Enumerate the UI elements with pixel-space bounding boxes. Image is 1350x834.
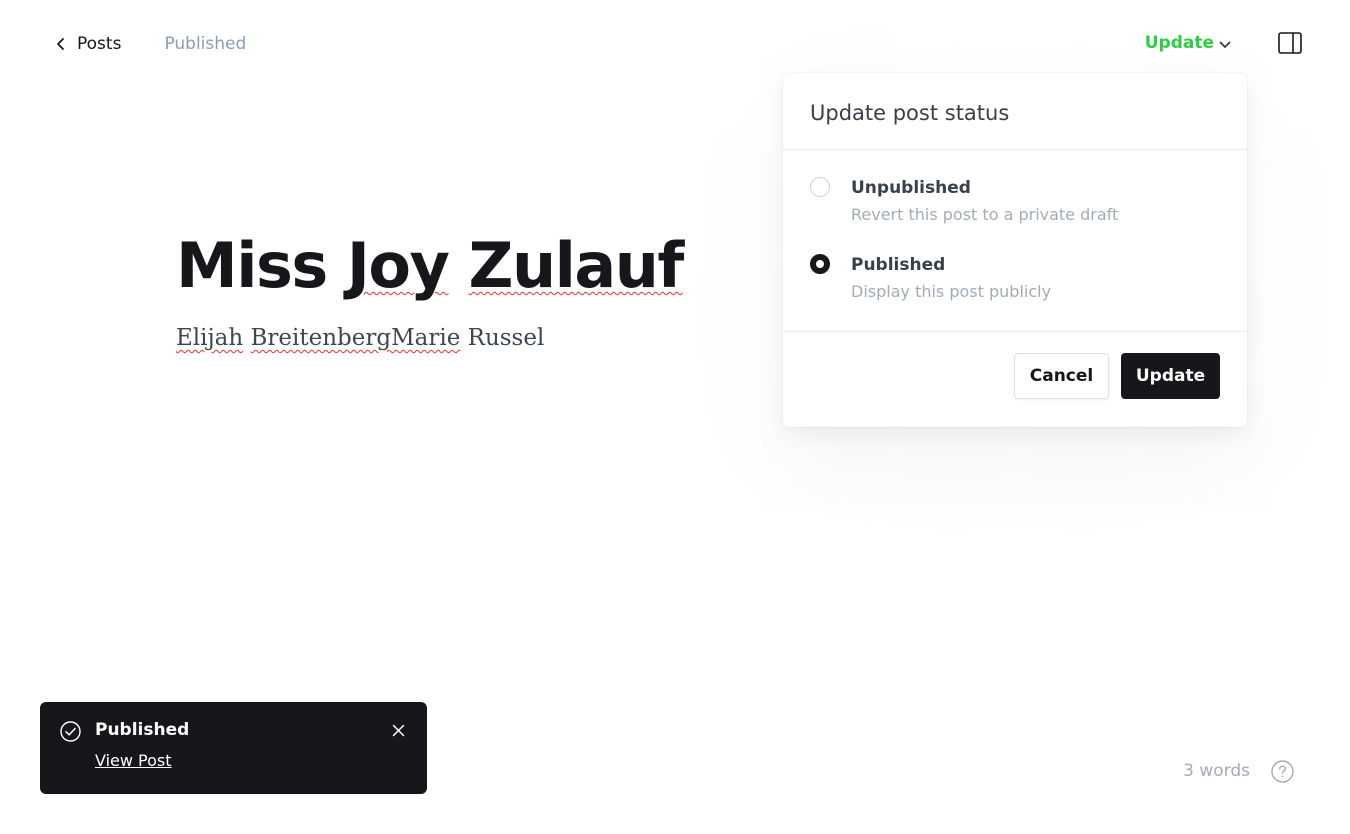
- close-icon[interactable]: [392, 724, 405, 737]
- post-body[interactable]: Elijah BreitenbergMarie Russel: [176, 322, 756, 354]
- check-circle-icon: [60, 721, 81, 742]
- divider: [783, 331, 1247, 332]
- title-word: Zulauf: [468, 229, 685, 302]
- body-word: Russel: [467, 325, 545, 351]
- update-trigger-label: Update: [1144, 33, 1214, 53]
- chevron-left-icon: [57, 38, 64, 50]
- status-option-unpublished[interactable]: Unpublished Revert this post to a privat…: [810, 177, 1118, 226]
- body-word: Elijah: [176, 325, 244, 351]
- help-icon[interactable]: [1271, 759, 1294, 783]
- option-label: Unpublished: [851, 178, 971, 198]
- option-text: Published Display this post publicly: [851, 254, 1051, 303]
- post-title[interactable]: Miss Joy Zulauf: [176, 226, 756, 306]
- editor: Miss Joy Zulauf Elijah BreitenbergMarie …: [176, 226, 756, 354]
- editor-footer: 3 words: [1183, 757, 1294, 785]
- divider: [783, 149, 1247, 150]
- title-space: [448, 229, 468, 302]
- radio-published[interactable]: [810, 254, 830, 274]
- post-status-label: Published: [164, 34, 247, 54]
- notification-toast: Published View Post: [40, 702, 427, 794]
- title-word: Joy: [346, 229, 450, 302]
- topbar-right: Update: [1145, 27, 1302, 59]
- option-description: Revert this post to a private draft: [851, 205, 1119, 224]
- option-label: Published: [851, 255, 946, 275]
- body-word: Marie: [391, 325, 461, 351]
- update-dropdown-trigger[interactable]: Update: [1145, 33, 1231, 53]
- sidebar-toggle-button[interactable]: [1278, 32, 1302, 54]
- back-to-posts-link[interactable]: Posts: [56, 34, 121, 54]
- view-post-link[interactable]: View Post: [95, 751, 172, 770]
- toast-title: Published: [95, 720, 190, 740]
- option-text: Unpublished Revert this post to a privat…: [851, 177, 1118, 226]
- cancel-button[interactable]: Cancel: [1014, 353, 1109, 399]
- option-description: Display this post publicly: [851, 282, 1052, 301]
- radio-unpublished[interactable]: [810, 177, 830, 197]
- back-label: Posts: [77, 34, 122, 54]
- update-button[interactable]: Update: [1121, 353, 1220, 399]
- chevron-down-icon: [1219, 41, 1231, 48]
- popover-title: Update post status: [810, 101, 1010, 125]
- status-option-published[interactable]: Published Display this post publicly: [810, 254, 1051, 303]
- update-status-popover: Update post status Unpublished Revert th…: [783, 73, 1247, 427]
- topbar-left: Posts Published: [56, 30, 246, 58]
- body-word: Breitenberg: [250, 325, 392, 351]
- title-space: [327, 229, 347, 302]
- word-count: 3 words: [1183, 761, 1250, 781]
- sidebar-panel-icon: [1278, 32, 1302, 54]
- title-word: Miss: [176, 229, 328, 302]
